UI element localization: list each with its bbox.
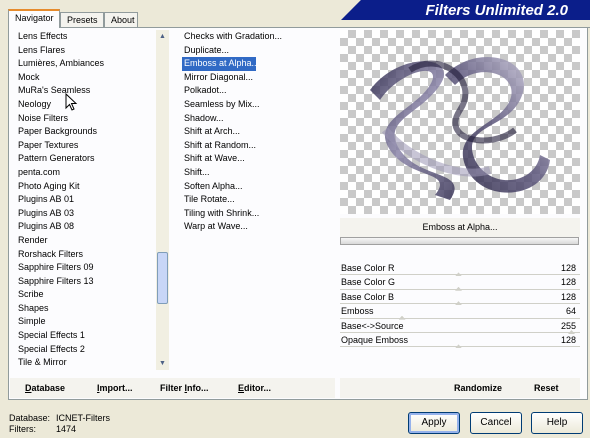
- database-value: ICNET-Filters: [56, 413, 110, 423]
- slider-label: Base Color B: [341, 291, 395, 302]
- category-item[interactable]: Lens Flares: [10, 44, 158, 58]
- category-item[interactable]: Pattern Generators: [10, 152, 158, 166]
- database-button[interactable]: Database: [25, 383, 65, 393]
- slider-value: 128: [560, 277, 576, 288]
- database-label: Database:: [9, 413, 51, 423]
- scroll-down-icon[interactable]: ▼: [156, 357, 169, 370]
- tab-navigator[interactable]: Navigator: [8, 9, 60, 28]
- category-item[interactable]: Paper Textures: [10, 139, 158, 153]
- category-item[interactable]: Lumières, Ambiances: [10, 57, 158, 71]
- filter-item[interactable]: Polkadot...: [176, 84, 334, 98]
- filter-item[interactable]: Seamless by Mix...: [176, 98, 334, 112]
- scrollbar-thumb[interactable]: [157, 252, 168, 304]
- category-item[interactable]: Plugins AB 01: [10, 193, 158, 207]
- tab-about[interactable]: About: [104, 12, 138, 27]
- filter-item[interactable]: Tile Rotate...: [176, 193, 334, 207]
- slider-row[interactable]: Opaque Emboss 128: [340, 334, 580, 349]
- reset-button[interactable]: Reset: [534, 383, 559, 393]
- category-item[interactable]: Paper Backgrounds: [10, 125, 158, 139]
- category-item[interactable]: Plugins AB 08: [10, 220, 158, 234]
- filters-count: 1474: [56, 424, 77, 434]
- filter-item[interactable]: Shift...: [176, 166, 334, 180]
- category-item[interactable]: Sapphire Filters 13: [10, 275, 158, 289]
- category-item[interactable]: Simple: [10, 315, 158, 329]
- category-item[interactable]: Photo Aging Kit: [10, 180, 158, 194]
- mouse-cursor-icon: [65, 93, 78, 111]
- filter-item[interactable]: Tiling with Shrink...: [176, 207, 334, 221]
- filter-item[interactable]: Shift at Wave...: [176, 152, 334, 166]
- category-item[interactable]: Special Effects 2: [10, 343, 158, 357]
- filter-item[interactable]: Emboss at Alpha...: [182, 57, 259, 71]
- slider-label: Emboss: [341, 306, 374, 317]
- filter-list[interactable]: Checks with Gradation... Duplicate... Embo…: [176, 30, 334, 370]
- parameter-sliders: Base Color R 128 Base Color G 128 Base Color…: [340, 262, 580, 349]
- category-item[interactable]: Lens Effects: [10, 30, 158, 44]
- filter-item[interactable]: Soften Alpha...: [176, 180, 334, 194]
- slider-label: Base Color R: [341, 263, 395, 273]
- filter-item[interactable]: Shadow...: [176, 112, 334, 126]
- slider-row[interactable]: Emboss 64: [340, 305, 580, 320]
- tab-presets[interactable]: Presets: [60, 12, 104, 27]
- category-item[interactable]: MuRa's Seamless: [10, 84, 158, 98]
- cancel-button[interactable]: Cancel: [470, 412, 522, 434]
- filters-label: Filters:: [9, 424, 36, 434]
- app-title: Filters Unlimited 2.0: [425, 2, 568, 19]
- category-item[interactable]: penta.com: [10, 166, 158, 180]
- category-item[interactable]: Mock: [10, 71, 158, 85]
- filter-item[interactable]: Shift at Random...: [176, 139, 334, 153]
- preview-toolbar: Randomize Reset: [340, 378, 580, 398]
- apply-button[interactable]: Apply: [408, 412, 460, 434]
- category-scrollbar[interactable]: ▲ ▼: [156, 30, 169, 370]
- filter-info-button[interactable]: Filter Info...: [160, 383, 209, 393]
- slider-value: 128: [560, 263, 576, 273]
- category-item[interactable]: Sapphire Filters 09: [10, 261, 158, 275]
- progress-bar: [340, 237, 579, 245]
- embossed-swirl-graphic: [370, 56, 550, 200]
- slider-row[interactable]: Base Color R 128: [340, 262, 580, 277]
- list-toolbar: Database Import... Filter Info... Editor…: [10, 378, 335, 398]
- slider-value: 128: [560, 334, 576, 345]
- slider-track[interactable]: [340, 317, 580, 319]
- slider-row[interactable]: Base Color B 128: [340, 291, 580, 306]
- editor-button[interactable]: Editor...: [238, 383, 271, 393]
- category-item[interactable]: Scribe: [10, 288, 158, 302]
- slider-value: 64: [565, 306, 576, 317]
- filter-item[interactable]: Shift at Arch...: [176, 125, 334, 139]
- slider-label: Base Color G: [341, 277, 396, 288]
- preview-image: [340, 30, 580, 214]
- category-item[interactable]: Plugins AB 03: [10, 207, 158, 221]
- slider-value: 255: [560, 320, 576, 331]
- slider-track[interactable]: [340, 331, 580, 333]
- category-item[interactable]: Special Effects 1: [10, 329, 158, 343]
- slider-row[interactable]: Base<->Source 255: [340, 320, 580, 334]
- filter-item[interactable]: Checks with Gradation...: [176, 30, 334, 44]
- category-item[interactable]: Shapes: [10, 302, 158, 316]
- slider-label: Opaque Emboss: [341, 334, 409, 345]
- category-list[interactable]: Lens Effects Lens Flares Lumières, Ambianc…: [10, 30, 158, 370]
- filter-item[interactable]: Warp at Wave...: [176, 220, 334, 234]
- filter-item[interactable]: Mirror Diagonal...: [176, 71, 334, 85]
- filter-item[interactable]: Duplicate...: [176, 44, 334, 58]
- category-item[interactable]: Render: [10, 234, 158, 248]
- selected-filter-label: Emboss at Alpha...: [340, 218, 580, 237]
- randomize-button[interactable]: Randomize: [454, 383, 502, 393]
- slider-row[interactable]: Base Color G 128: [340, 276, 580, 291]
- category-item[interactable]: Tile & Mirror: [10, 356, 158, 370]
- scroll-up-icon[interactable]: ▲: [156, 30, 169, 43]
- category-item[interactable]: Neology: [10, 98, 158, 112]
- import-button[interactable]: Import...: [97, 383, 133, 393]
- slider-value: 128: [560, 291, 576, 302]
- help-button[interactable]: Help: [531, 412, 583, 434]
- slider-label: Base<->Source: [341, 320, 404, 331]
- category-item[interactable]: Noise Filters: [10, 112, 158, 126]
- category-item[interactable]: Rorshack Filters: [10, 248, 158, 262]
